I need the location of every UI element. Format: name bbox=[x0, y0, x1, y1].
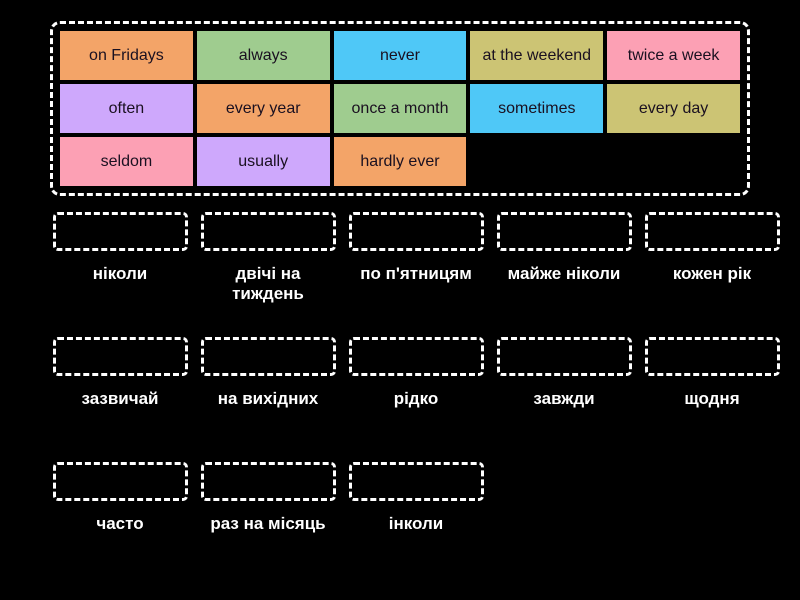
drop-cell-empty bbox=[642, 462, 782, 587]
draggable-tile[interactable]: never bbox=[333, 31, 467, 80]
drop-row: зазвичай на вихідних рідко завжди щодня bbox=[50, 337, 780, 462]
dropzone[interactable] bbox=[644, 337, 780, 376]
drop-label: щодня bbox=[684, 389, 740, 408]
drop-cell: щодня bbox=[642, 337, 782, 462]
drop-cell: двічі на тиждень bbox=[198, 212, 338, 337]
drop-cell: майже ніколи bbox=[494, 212, 634, 337]
tile-row: often every year once a month sometimes … bbox=[60, 84, 740, 133]
drop-label: часто bbox=[96, 514, 144, 533]
drop-label: двічі на тиждень bbox=[232, 264, 304, 304]
draggable-tile[interactable]: seldom bbox=[60, 137, 193, 186]
dropzone[interactable] bbox=[52, 462, 188, 501]
drop-row: часто раз на місяць інколи bbox=[50, 462, 750, 587]
tile-bank: on Fridays always never at the weekend t… bbox=[50, 21, 750, 196]
drop-cell: на вихідних bbox=[198, 337, 338, 462]
drop-row: ніколи двічі на тиждень по п'ятницям май… bbox=[50, 212, 780, 337]
dropzone[interactable] bbox=[496, 212, 632, 251]
draggable-tile[interactable]: usually bbox=[196, 137, 330, 186]
tile-row: on Fridays always never at the weekend t… bbox=[60, 31, 740, 80]
tile-slot-empty bbox=[607, 137, 740, 186]
drop-label: зазвичай bbox=[81, 389, 159, 408]
dropzone[interactable] bbox=[644, 212, 780, 251]
dropzone[interactable] bbox=[200, 337, 336, 376]
drop-area: ніколи двічі на тиждень по п'ятницям май… bbox=[50, 212, 780, 592]
drop-cell: кожен рік bbox=[642, 212, 782, 337]
drop-cell: по п'ятницям bbox=[346, 212, 486, 337]
drop-cell: раз на місяць bbox=[198, 462, 338, 587]
drop-cell: часто bbox=[50, 462, 190, 587]
draggable-tile[interactable]: twice a week bbox=[607, 31, 740, 80]
dropzone[interactable] bbox=[496, 337, 632, 376]
dropzone[interactable] bbox=[200, 462, 336, 501]
dropzone[interactable] bbox=[52, 212, 188, 251]
drop-cell: завжди bbox=[494, 337, 634, 462]
drop-cell: рідко bbox=[346, 337, 486, 462]
draggable-tile[interactable]: hardly ever bbox=[333, 137, 467, 186]
drop-label: майже ніколи bbox=[507, 264, 621, 283]
drop-label: ніколи bbox=[92, 264, 148, 283]
tile-slot-empty bbox=[470, 137, 603, 186]
dropzone[interactable] bbox=[348, 212, 484, 251]
drop-cell: ніколи bbox=[50, 212, 190, 337]
draggable-tile[interactable]: always bbox=[196, 31, 330, 80]
draggable-tile[interactable]: every year bbox=[196, 84, 330, 133]
drop-label: на вихідних bbox=[217, 389, 319, 408]
draggable-tile[interactable]: once a month bbox=[333, 84, 467, 133]
drop-label: завжди bbox=[533, 389, 595, 408]
draggable-tile[interactable]: sometimes bbox=[470, 84, 604, 133]
dropzone[interactable] bbox=[348, 462, 484, 501]
dropzone[interactable] bbox=[52, 337, 188, 376]
drop-label: кожен рік bbox=[672, 264, 752, 283]
drop-cell: зазвичай bbox=[50, 337, 190, 462]
drop-label: по п'ятницям bbox=[360, 264, 472, 283]
drop-label: рідко bbox=[393, 389, 439, 408]
drop-cell-empty bbox=[494, 462, 634, 587]
draggable-tile[interactable]: at the weekend bbox=[470, 31, 604, 80]
drop-cell: інколи bbox=[346, 462, 486, 587]
drop-label: інколи bbox=[388, 514, 444, 533]
draggable-tile[interactable]: on Fridays bbox=[60, 31, 193, 80]
dropzone[interactable] bbox=[348, 337, 484, 376]
tile-row: seldom usually hardly ever bbox=[60, 137, 740, 186]
draggable-tile[interactable]: every day bbox=[607, 84, 740, 133]
draggable-tile[interactable]: often bbox=[60, 84, 193, 133]
dropzone[interactable] bbox=[200, 212, 336, 251]
drop-label: раз на місяць bbox=[210, 514, 326, 533]
